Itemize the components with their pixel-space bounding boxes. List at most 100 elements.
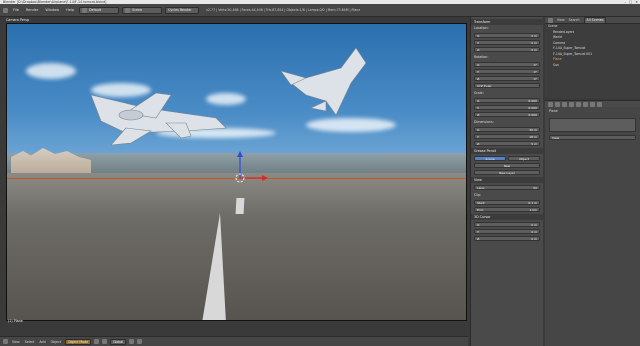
field-value: 0.000	[528, 99, 537, 103]
lens-field[interactable]: Lens: 50	[474, 185, 540, 190]
field-label: Z:	[477, 48, 481, 52]
rotation-y-field[interactable]: Y: 0°	[474, 69, 540, 74]
scene-tab-icon[interactable]	[562, 101, 567, 107]
gp-new-layer-button[interactable]: New Layer	[474, 170, 540, 175]
gp-scene-button[interactable]: Scene	[474, 156, 506, 161]
field-label: Y:	[477, 106, 480, 110]
editor-type-icon[interactable]	[3, 7, 8, 13]
field-label: Z:	[477, 142, 481, 146]
render-engine-selector[interactable]: Cycles Render	[165, 6, 200, 14]
field-value: 0 m	[531, 230, 537, 234]
field-value: 0 m	[531, 34, 537, 38]
field-value: 0.000	[528, 106, 537, 110]
field-value: 5 m	[531, 142, 537, 146]
render-tab-icon[interactable]	[548, 101, 553, 107]
clip-label: Clip:	[474, 193, 482, 197]
outliner-menu-view[interactable]: View	[557, 18, 565, 22]
menu-file[interactable]: File	[11, 8, 21, 12]
scale-y-field[interactable]: Y: 0.000	[474, 105, 540, 110]
shading-icon[interactable]	[94, 339, 100, 344]
scene-icon	[125, 7, 131, 13]
editor-type-icon[interactable]	[548, 17, 553, 23]
location-y-field[interactable]: Y: 0 m	[474, 40, 540, 45]
field-value: 1 km	[529, 208, 537, 212]
field-label: X:	[477, 223, 481, 227]
menu-object[interactable]: Object	[50, 340, 62, 344]
location-x-field[interactable]: X: 0 m	[474, 33, 540, 38]
3d-viewport[interactable]	[6, 23, 467, 321]
cursor-x-field[interactable]: X: 0 m	[474, 222, 540, 227]
mode-selector[interactable]: Object Mode	[64, 338, 92, 345]
snap-icon[interactable]	[137, 339, 143, 344]
layout-selector[interactable]: Default	[79, 6, 120, 14]
field-label: X:	[477, 34, 481, 38]
world-tab-icon[interactable]	[569, 101, 574, 107]
texture-tab-icon[interactable]	[597, 101, 602, 107]
material-slot-list[interactable]	[549, 118, 636, 132]
scene-stats: v2.77 | Verts:50,466 | Faces:44,946 | Tr…	[206, 8, 361, 12]
scene-overlay	[90, 47, 367, 183]
outliner-item-sun[interactable]: Sun	[545, 63, 640, 69]
dimension-y-field[interactable]: Y: 18 m	[474, 134, 540, 139]
fighter-jet-right[interactable]	[280, 47, 367, 116]
menu-select[interactable]: Select	[24, 340, 36, 344]
gp-new-button[interactable]: New	[474, 163, 540, 168]
field-value: 0°	[533, 70, 537, 74]
layout-icon	[82, 7, 88, 13]
scene-selector[interactable]: Scene	[122, 6, 163, 14]
menu-add[interactable]: Add	[38, 340, 46, 344]
properties-header	[545, 100, 640, 107]
menu-help[interactable]: Help	[64, 8, 76, 12]
panel-title: Transform	[474, 20, 491, 24]
field-label: X:	[477, 128, 481, 132]
layers-tab-icon[interactable]	[555, 101, 560, 107]
field-label: X:	[477, 63, 481, 67]
panel-title: Grease Pencil	[474, 149, 497, 153]
fighter-jet-left[interactable]	[90, 92, 227, 146]
scale-x-field[interactable]: X: 0.000	[474, 98, 540, 103]
field-label: Lens:	[477, 186, 485, 190]
dimension-z-field[interactable]: Z: 5 m	[474, 141, 540, 146]
material-view-field[interactable]: View	[549, 135, 636, 140]
field-value: 0°	[533, 63, 537, 67]
location-z-field[interactable]: Z: 0 m	[474, 47, 540, 52]
modifier-tab-icon[interactable]	[583, 101, 588, 107]
panel-grease-pencil[interactable]: Grease Pencil	[471, 148, 543, 154]
field-value: 50	[533, 186, 537, 190]
outliner-menu-search[interactable]: Search	[569, 18, 580, 22]
field-label: Y:	[477, 230, 480, 234]
rotation-x-field[interactable]: X: 0°	[474, 62, 540, 67]
dimension-x-field[interactable]: X: 30 m	[474, 127, 540, 132]
material-tab-icon[interactable]	[590, 101, 595, 107]
field-value: 0°	[533, 77, 537, 81]
clip-start-field[interactable]: Start: 0.1 m	[474, 200, 540, 205]
pivot-icon[interactable]	[102, 339, 108, 344]
properties-shelf: Transform Location: X: 0 m Y: 0 m Z: 0 m Ro…	[470, 17, 543, 346]
field-value: 0.000	[528, 113, 537, 117]
cursor-z-field[interactable]: Z: 0 m	[474, 236, 540, 241]
scene-label: Scene	[132, 8, 143, 12]
object-origin-gizmo[interactable]	[235, 151, 268, 183]
clip-end-field[interactable]: End: 1 km	[474, 207, 540, 212]
field-label: Z:	[477, 113, 481, 117]
scale-label: Scale:	[474, 91, 484, 95]
rotation-z-field[interactable]: Z: 0°	[474, 76, 540, 81]
field-label: Z:	[477, 237, 481, 241]
scale-z-field[interactable]: Z: 0.000	[474, 112, 540, 117]
menu-window[interactable]: Window	[43, 8, 61, 12]
orientation-selector[interactable]: Global	[110, 338, 127, 345]
object-tab-icon[interactable]	[576, 101, 581, 107]
gp-object-button[interactable]: Object	[508, 156, 540, 161]
field-label: End:	[477, 208, 484, 212]
outliner-display-mode[interactable]: All Scenes	[583, 16, 607, 24]
menu-render[interactable]: Render	[24, 8, 40, 12]
layer-icon[interactable]	[129, 339, 135, 344]
rotation-mode-selector[interactable]: XYZ Euler	[474, 83, 540, 88]
cursor-y-field[interactable]: Y: 0 m	[474, 229, 540, 234]
field-label: X:	[477, 99, 481, 103]
menu-view[interactable]: View	[11, 340, 21, 344]
panel-3d-cursor[interactable]: 3D Cursor	[471, 214, 543, 220]
panel-view[interactable]: View	[471, 177, 543, 183]
layout-label: Default	[89, 8, 102, 12]
editor-type-icon[interactable]	[3, 339, 8, 344]
